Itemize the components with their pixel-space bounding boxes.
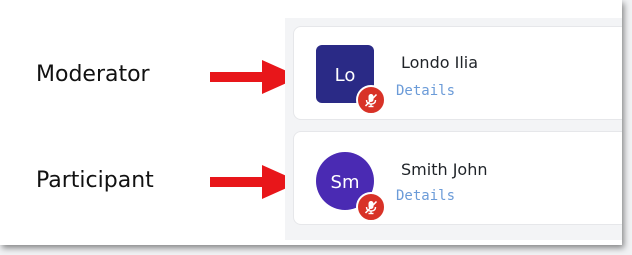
avatar-initials: Lo [334, 64, 356, 86]
participant-annotation-label: Participant [36, 168, 154, 193]
participant-name: Smith John [401, 160, 488, 179]
details-link[interactable]: Details [396, 188, 455, 204]
participants-panel: Lo Londo Ilia Details Sm Smith John Deta… [285, 18, 622, 240]
microphone-muted-icon [356, 192, 386, 222]
details-link[interactable]: Details [396, 83, 455, 99]
microphone-muted-icon [356, 85, 386, 115]
participant-card-participant[interactable]: Sm Smith John Details [293, 131, 622, 225]
screenshot-frame: Moderator Participant Lo Londo Ilia Deta… [0, 0, 622, 245]
avatar: Lo [316, 45, 386, 115]
participant-name: Londo Ilia [401, 53, 479, 72]
avatar: Sm [316, 152, 386, 222]
participant-card-moderator[interactable]: Lo Londo Ilia Details [293, 26, 622, 120]
moderator-annotation-label: Moderator [36, 62, 150, 87]
avatar-initials: Sm [330, 171, 360, 193]
